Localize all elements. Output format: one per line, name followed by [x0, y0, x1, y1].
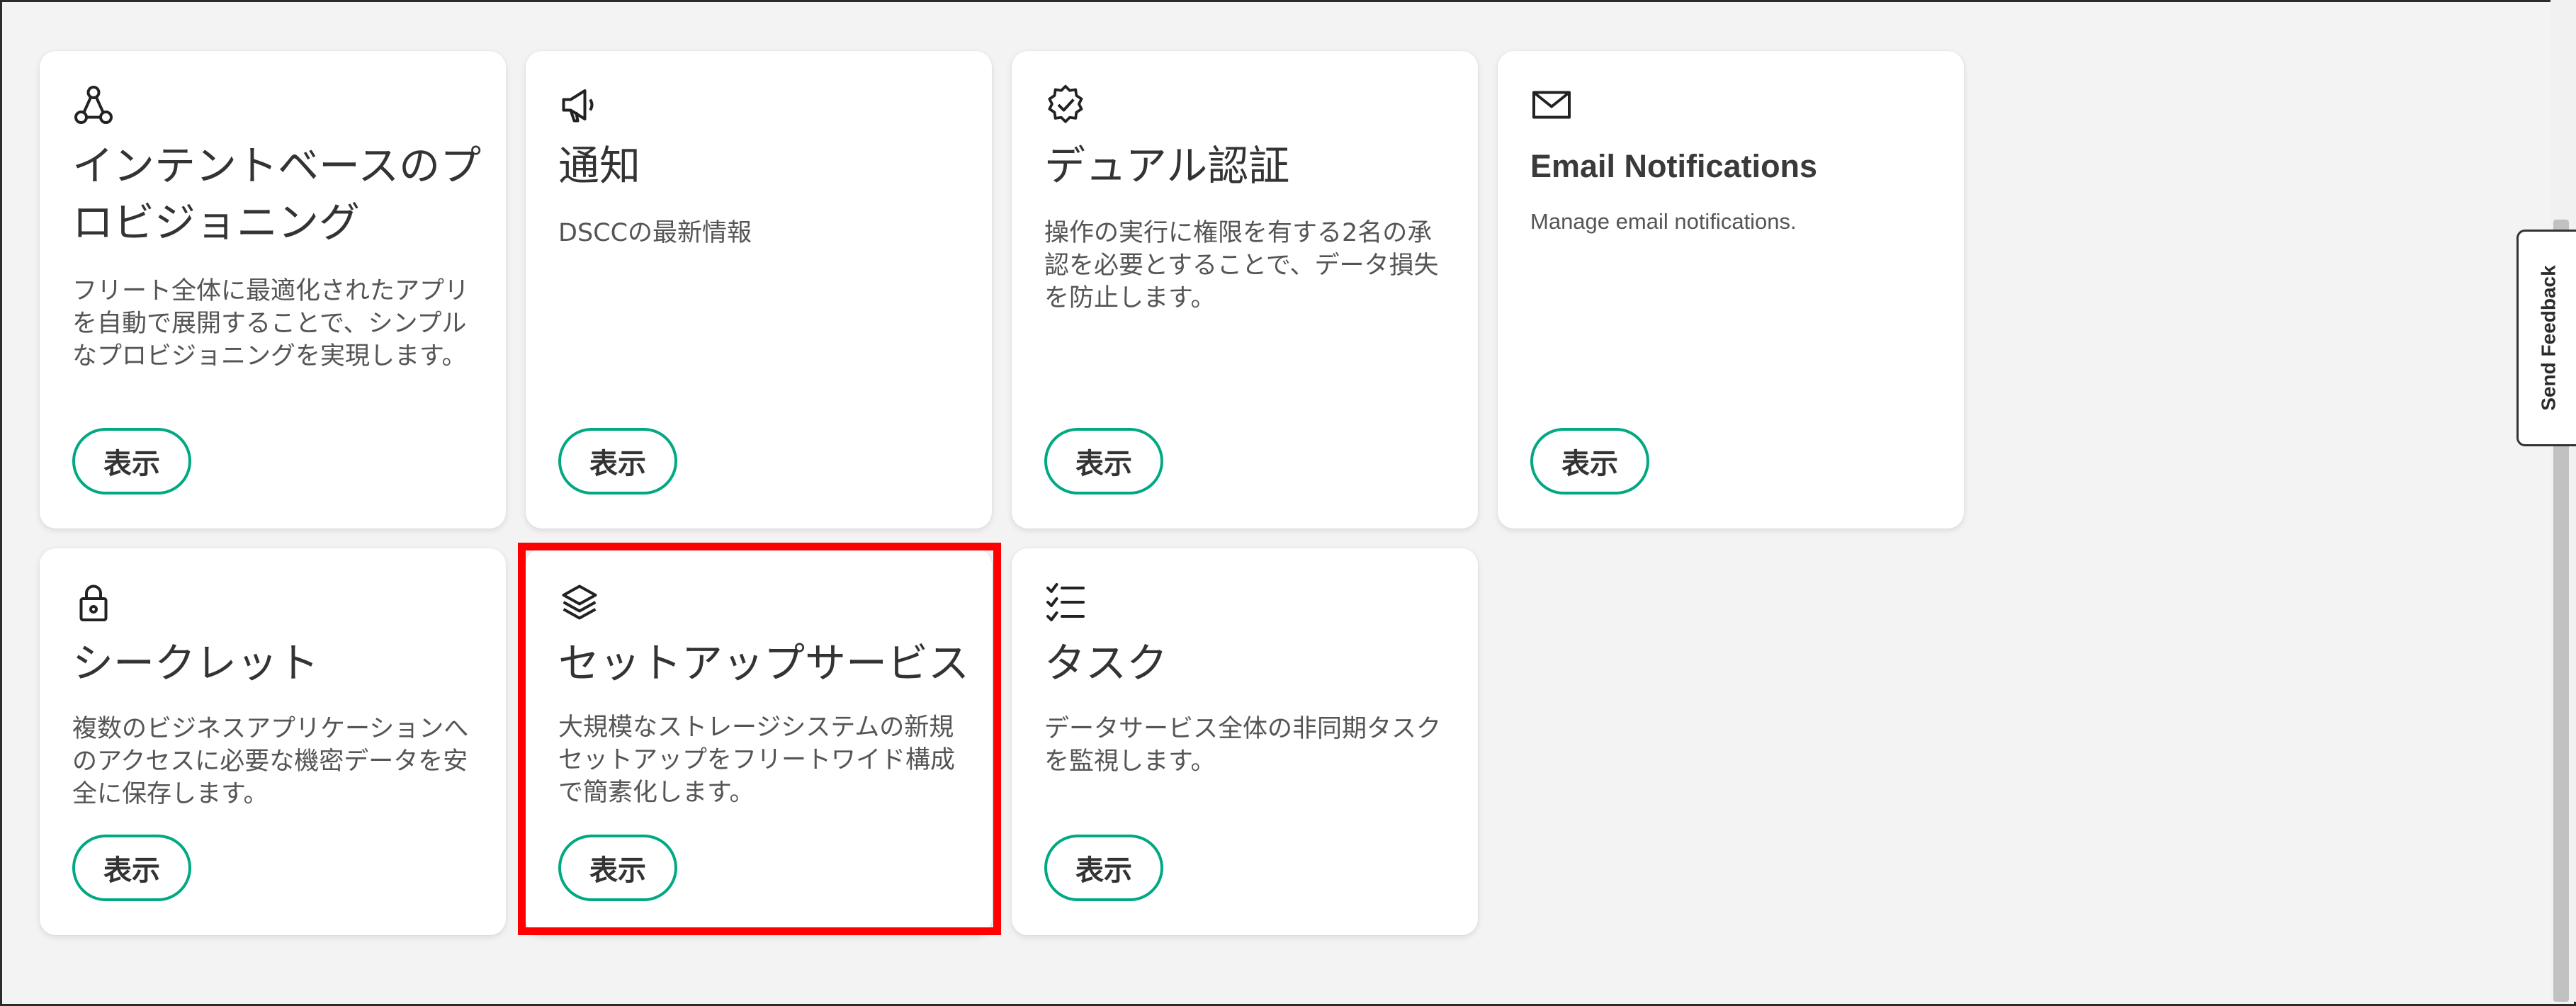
- view-button[interactable]: 表示: [1044, 428, 1163, 494]
- card-description: フリート全体に最適化されたアプリを自動で展開することで、シンプルなプロビジョニン…: [72, 277, 470, 371]
- megaphone-icon: [558, 84, 601, 126]
- view-button[interactable]: 表示: [1530, 428, 1649, 494]
- mail-icon: [1530, 84, 1573, 126]
- card-title: タスク: [1044, 639, 1168, 687]
- card-notifications: 通知 DSCCの最新情報 表示: [526, 51, 992, 529]
- view-button[interactable]: 表示: [1044, 835, 1163, 901]
- card-description: 大規模なストレージシステムの新規セットアップをフリートワイド構成で簡素化します。: [558, 713, 956, 807]
- card-tasks: タスク データサービス全体の非同期タスクを監視します。 表示: [1012, 548, 1478, 935]
- view-button[interactable]: 表示: [558, 428, 677, 494]
- card-title: Email Notifications: [1530, 148, 1818, 184]
- card-title: インテントベースのプロビジョニング: [72, 142, 482, 247]
- view-button[interactable]: 表示: [72, 835, 191, 901]
- task-list-icon: [1044, 581, 1087, 623]
- card-title: シークレット: [72, 639, 320, 687]
- view-button[interactable]: 表示: [558, 835, 677, 901]
- card-email-notifications: Email Notifications Manage email notific…: [1498, 51, 1964, 529]
- card-title: 通知: [558, 142, 641, 190]
- card-secrets: シークレット 複数のビジネスアプリケーションへのアクセスに必要な機密データを安全…: [40, 548, 506, 935]
- card-description: 複数のビジネスアプリケーションへのアクセスに必要な機密データを安全に保存します。: [72, 715, 469, 808]
- card-intent-provisioning: インテントベースのプロビジョニング フリート全体に最適化されたアプリを自動で展開…: [40, 51, 506, 529]
- view-button[interactable]: 表示: [72, 428, 191, 494]
- layers-icon: [558, 581, 601, 623]
- send-feedback-label: Send Feedback: [2537, 265, 2560, 411]
- card-description: 操作の実行に権限を有する2名の承認を必要とすることで、データ損失を防止します。: [1044, 219, 1439, 312]
- network-nodes-icon: [72, 84, 115, 126]
- card-dual-authorization: デュアル認証 操作の実行に権限を有する2名の承認を必要とすることで、データ損失を…: [1012, 51, 1478, 529]
- card-title: デュアル認証: [1044, 142, 1290, 190]
- verified-badge-icon: [1044, 84, 1087, 126]
- card-description: Manage email notifications.: [1530, 209, 1797, 234]
- card-description: データサービス全体の非同期タスクを監視します。: [1044, 715, 1442, 776]
- send-feedback-tab[interactable]: Send Feedback: [2516, 230, 2576, 446]
- lock-icon: [72, 581, 115, 623]
- card-setup-services: セットアップサービス 大規模なストレージシステムの新規セットアップをフリートワイ…: [526, 548, 992, 935]
- card-description: DSCCの最新情報: [558, 219, 752, 247]
- card-title: セットアップサービス: [558, 639, 970, 687]
